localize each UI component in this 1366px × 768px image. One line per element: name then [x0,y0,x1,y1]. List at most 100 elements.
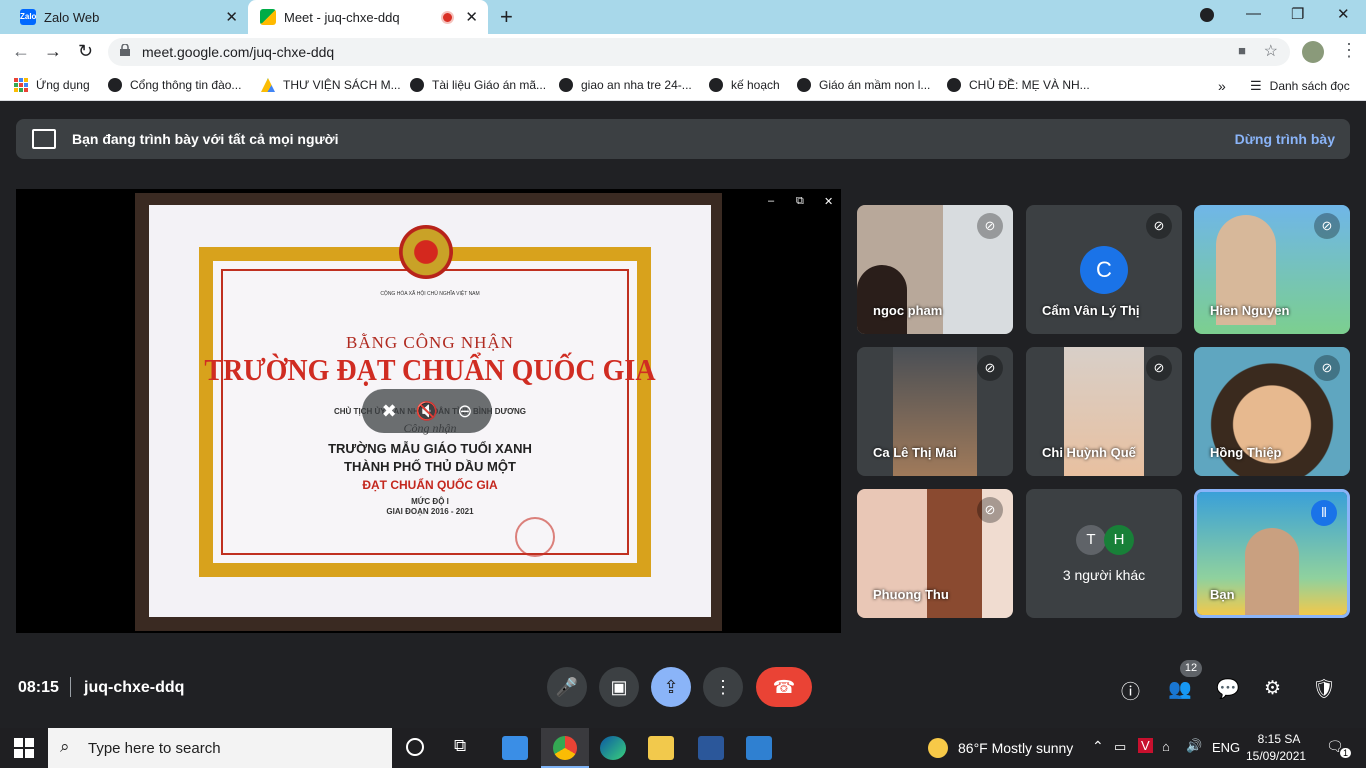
speaking-indicator-icon: ⦀ [1311,500,1337,526]
bookmark-item[interactable]: Tài liệu Giáo án mã... [410,78,546,92]
certificate-title: BẰNG CÔNG NHẬN [346,333,514,352]
edge-icon[interactable] [600,736,626,760]
recording-icon [441,11,454,24]
national-emblem-icon [399,225,453,279]
avatar: H [1104,525,1134,555]
taskbar-search[interactable]: ⌕ Type here to search [48,728,392,768]
mute-audio-icon[interactable]: 🔇 [416,401,438,422]
bookmark-label: Tài liệu Giáo án mã... [432,78,547,92]
mic-button[interactable]: 🎤 [547,667,587,707]
tab-title: Meet - juq-chxe-ddq [284,9,400,25]
bookmark-item[interactable]: giao an nha tre 24-... [559,78,692,92]
close-tab-icon[interactable]: ✕ [225,8,238,26]
avatar: C [1080,246,1128,294]
close-icon[interactable]: ✕ [824,195,833,208]
bookmark-item[interactable]: Giáo án mầm non l... [797,78,930,92]
cortana-icon[interactable] [406,738,424,756]
participant-tile[interactable]: C ⊘ Cẩm Vân Lý Thị [1026,205,1182,334]
close-tab-icon[interactable]: ✕ [465,8,478,26]
forward-icon[interactable]: → [44,41,62,62]
windows-taskbar: ⌕ Type here to search ⧉ 86°F Mostly sunn… [0,728,1366,768]
restore-button[interactable]: ❐ [1291,5,1304,23]
clock-date[interactable]: 15/09/2021 [1246,749,1306,763]
tray-chevron-icon[interactable]: ⌃ [1092,738,1104,755]
start-button[interactable] [14,738,34,758]
mic-off-icon: ⊘ [1314,213,1340,239]
participant-tile[interactable]: ⊘ Chi Huỳnh Quế [1026,347,1182,476]
bookmark-star-icon[interactable]: ☆ [1264,41,1278,61]
camera-button[interactable]: ▣ [599,667,639,707]
participant-tile[interactable]: ⊘ ngoc pham [857,205,1013,334]
bookmark-item[interactable]: THƯ VIỆN SÁCH M... [261,78,401,92]
bookmark-item[interactable]: kế hoạch [709,78,780,92]
camera-indicator-icon[interactable]: ■ [1238,43,1246,58]
mic-off-icon: ⊘ [977,497,1003,523]
chrome-taskbar-button[interactable] [541,728,589,768]
tab-meet[interactable]: Meet - juq-chxe-ddq ✕ [248,0,488,34]
participant-name: Bạn [1210,587,1235,602]
pop-out-icon[interactable]: ⧉ [796,195,804,208]
mail-icon[interactable] [502,736,528,760]
mic-off-icon: ⊘ [1314,355,1340,381]
participant-tile[interactable]: ⊘ Hồng Thiệp [1194,347,1350,476]
video-app-icon[interactable] [746,736,772,760]
others-tile[interactable]: T H 3 người khác [1026,489,1182,618]
profile-menu-icon[interactable] [1200,8,1214,22]
close-window-button[interactable]: ✕ [1337,5,1350,23]
stop-presenting-button[interactable]: Dừng trình bày [1235,131,1335,147]
clock-time[interactable]: 8:15 SA [1250,732,1308,746]
globe-icon [108,78,122,92]
participant-tile[interactable]: ⊘ Hien Nguyen [1194,205,1350,334]
activities-icon[interactable]: ⚙ [1264,677,1281,700]
certificate-period: GIAI ĐOẠN 2016 - 2021 [386,507,474,516]
word-icon[interactable] [698,736,724,760]
tab-zalo[interactable]: Zalo Zalo Web ✕ [8,0,248,34]
more-bookmarks-icon[interactable]: » [1218,78,1226,94]
participant-tile[interactable]: ⊘ Ca Lê Thị Mai [857,347,1013,476]
globe-icon [947,78,961,92]
video-content [857,265,907,334]
participant-name: Hien Nguyen [1210,303,1290,318]
presentation-stage[interactable]: – ⧉ ✕ CỘNG HÒA XÃ HỘI CHỦ NGHĨA VIỆT NAM… [16,189,841,633]
globe-icon [559,78,573,92]
bookmark-apps[interactable]: Ứng dụng [14,78,90,92]
certificate-city: THÀNH PHỐ THỦ DẦU MỘT [344,459,516,474]
task-view-icon[interactable]: ⧉ [454,736,466,756]
new-tab-button[interactable]: + [500,4,513,30]
pin-off-icon[interactable]: ✖ [382,401,397,422]
participant-tile[interactable]: ⊘ Phuong Thu [857,489,1013,618]
battery-icon[interactable]: ▭ [1114,739,1126,755]
network-icon[interactable]: ⌂ [1162,739,1170,754]
self-tile[interactable]: ⦀ Bạn [1194,489,1350,618]
people-icon[interactable]: 👥 [1168,677,1192,701]
hangup-button[interactable]: ☎ [756,667,812,707]
meet-icon [260,9,276,25]
remove-icon[interactable]: ⊖ [457,401,472,422]
participant-count-badge: 12 [1180,660,1202,677]
meeting-controls: 08:15 juq-chxe-ddq 🎤 ▣ ⇪ ⋮ ☎ ⓘ 12 👥 💬 ⚙ … [0,655,1366,727]
info-icon[interactable]: ⓘ [1121,677,1140,704]
host-controls-icon[interactable]: 🛡 [1312,677,1336,701]
more-vert-icon: ⋮ [714,676,732,697]
certificate-school-name: TRƯỜNG MẪU GIÁO TUỔI XANH [328,441,532,456]
menu-icon[interactable]: ⋮ [1340,40,1358,61]
more-options-button[interactable]: ⋮ [703,667,743,707]
input-language[interactable]: ENG [1212,740,1240,755]
app-tray-icon[interactable]: V [1138,738,1153,753]
mic-off-icon: ⊘ [1146,355,1172,381]
weather-text[interactable]: 86°F Mostly sunny [958,740,1073,756]
meeting-time: 08:15 [18,679,59,696]
back-icon[interactable]: ← [12,41,30,62]
minimize-button[interactable]: — [1246,5,1261,22]
file-explorer-icon[interactable] [648,736,674,760]
address-bar[interactable]: meet.google.com/juq-chxe-ddq ■ ☆ [108,38,1290,66]
chat-icon[interactable]: 💬 [1216,677,1240,701]
avatar[interactable] [1302,41,1324,63]
bookmark-item[interactable]: CHỦ ĐỀ: MẸ VÀ NH... [947,78,1090,92]
bookmark-item[interactable]: Cổng thông tin đào... [108,78,241,92]
minimize-icon[interactable]: – [768,195,774,207]
reload-icon[interactable]: ↻ [78,41,93,62]
reading-list[interactable]: ☰ Danh sách đọc [1250,78,1350,94]
volume-icon[interactable]: 🔊 [1186,738,1202,754]
present-button[interactable]: ⇪ [651,667,691,707]
